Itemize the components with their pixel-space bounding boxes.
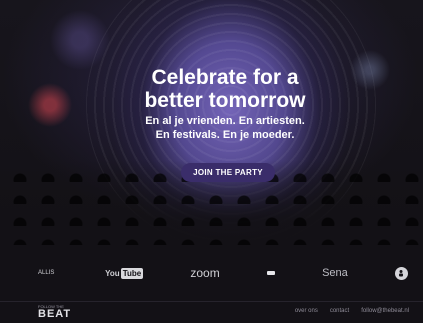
footer-links: over ons contact follow@thebeat.nl xyxy=(295,308,409,314)
circle-logo-icon[interactable] xyxy=(394,266,408,280)
hero-headline: Celebrate for a better tomorrow xyxy=(110,66,340,112)
footer-link-about[interactable]: over ons xyxy=(295,308,318,314)
subheadline-line-1: En al je vrienden. En artiesten. xyxy=(145,115,305,127)
footer-link-contact[interactable]: contact xyxy=(330,308,349,314)
footer-brand-logo[interactable]: FOLLOW THE BEAT xyxy=(38,304,72,320)
ticket-logo[interactable] xyxy=(266,271,275,275)
youtube-tube-text: Tube xyxy=(120,267,144,279)
footer-divider xyxy=(0,301,423,302)
partner-logos: ALLIS You Tube zoom Sena xyxy=(38,262,408,284)
hero-subheadline: En al je vrienden. En artiesten. En fest… xyxy=(110,114,340,142)
sena-logo[interactable]: Sena xyxy=(322,267,348,279)
footer-logo-big-text: BEAT xyxy=(38,308,72,320)
subheadline-line-2: En festivals. En je moeder. xyxy=(155,129,295,141)
join-the-party-button[interactable]: JOIN THE PARTY xyxy=(181,163,275,182)
youtube-you-text: You xyxy=(105,268,120,278)
youtube-logo[interactable]: You Tube xyxy=(105,267,144,279)
allis-logo[interactable]: ALLIS xyxy=(38,270,58,276)
headline-line-2: better tomorrow xyxy=(144,89,306,112)
zoom-logo[interactable]: zoom xyxy=(190,266,219,280)
circle-logo-glyph-icon xyxy=(399,270,404,277)
headline-line-1: Celebrate for a xyxy=(151,66,299,89)
footer-link-email[interactable]: follow@thebeat.nl xyxy=(361,308,409,314)
